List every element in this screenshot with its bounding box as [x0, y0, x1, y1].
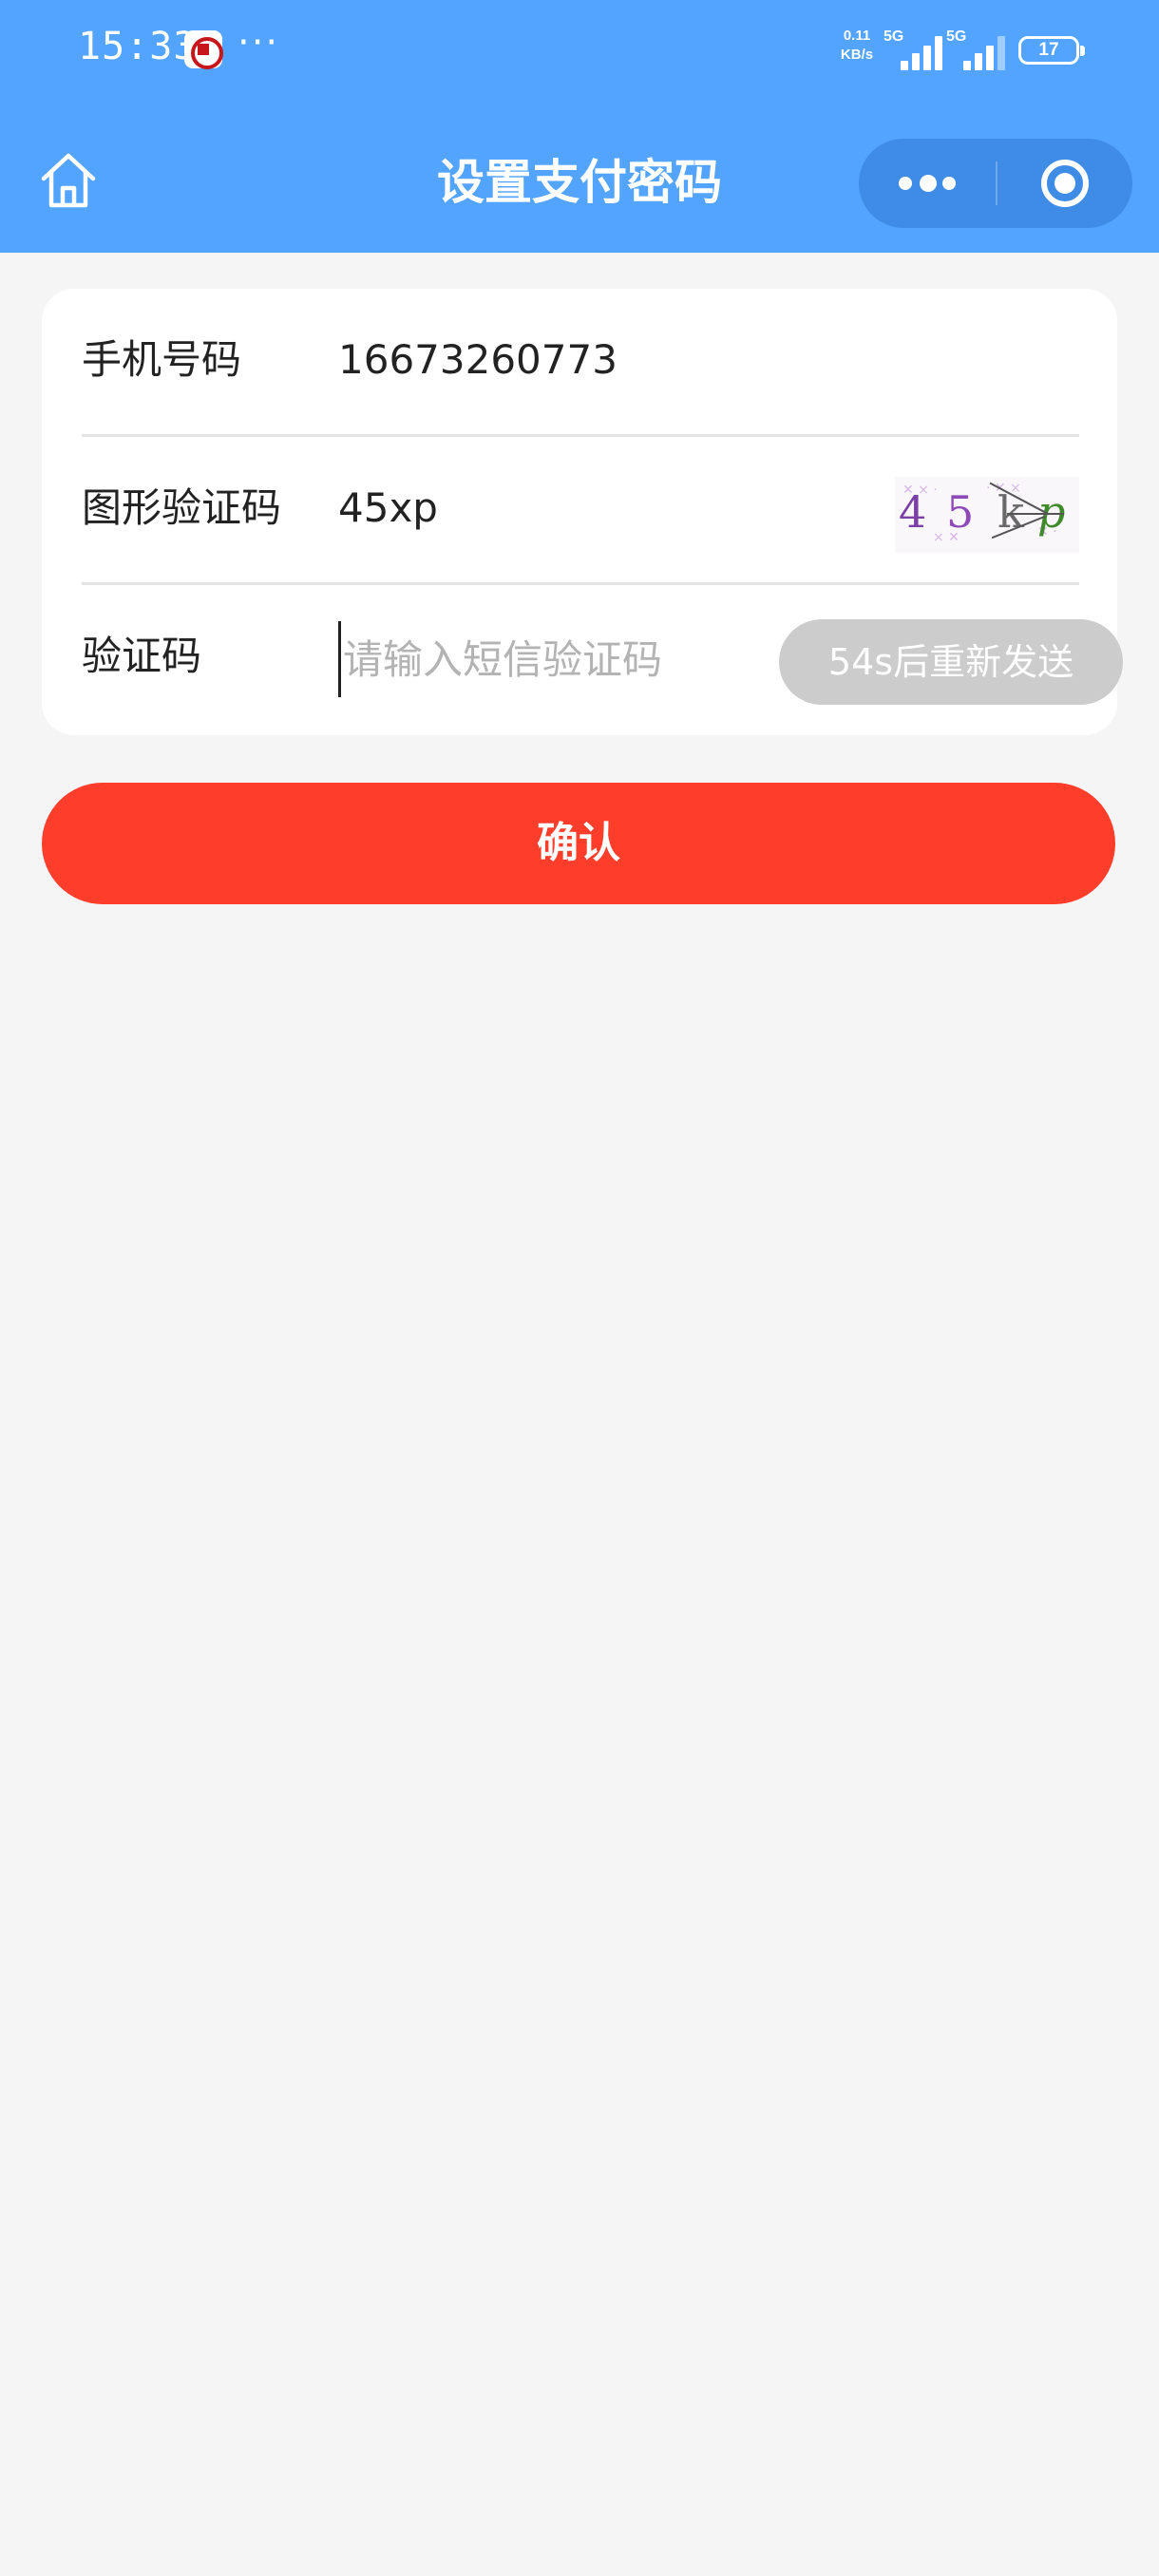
confirm-button[interactable]: 确认: [42, 783, 1115, 904]
captcha-input[interactable]: 45xp: [338, 437, 438, 579]
sms-row: 验证码 54s后重新发送: [82, 585, 1123, 733]
network-speed: 0.11 KB/s: [836, 27, 878, 65]
status-time: 15:33: [78, 25, 198, 68]
resend-code-button[interactable]: 54s后重新发送: [779, 619, 1123, 705]
captcha-row: 图形验证码 45xp ✕ × · × ✕ · ✕ × ✕ · 4 5 k p: [82, 437, 1079, 585]
network-speed-unit: KB/s: [840, 47, 874, 63]
sms-code-label: 验证码: [82, 633, 202, 679]
sim2-network-label: 5G: [946, 28, 967, 45]
sim1-signal-icon: 5G: [884, 28, 944, 70]
captcha-char: 4: [899, 486, 927, 538]
captcha-char: 5: [946, 486, 975, 538]
phone-row: 手机号码 16673260773: [82, 289, 1079, 437]
bank-app-icon: [184, 30, 223, 69]
battery-level: 17: [1038, 40, 1059, 60]
phone-label: 手机号码: [82, 336, 242, 383]
captcha-image[interactable]: ✕ × · × ✕ · ✕ × ✕ · 4 5 k p: [895, 477, 1079, 553]
phone-value: 16673260773: [338, 336, 618, 383]
network-speed-value: 0.11: [843, 28, 871, 44]
sms-code-input[interactable]: [338, 621, 709, 697]
battery-icon: 17: [1018, 36, 1085, 65]
form-card: 手机号码 16673260773 图形验证码 45xp ✕ × · × ✕ · …: [42, 289, 1123, 735]
sim1-network-label: 5G: [884, 28, 904, 45]
target-close-icon[interactable]: [998, 139, 1132, 228]
more-dots-icon[interactable]: [859, 139, 996, 228]
sim2-signal-icon: 5G: [946, 28, 1007, 70]
miniprogram-capsule: [859, 139, 1132, 228]
captcha-label: 图形验证码: [82, 484, 282, 531]
header: 15:33 ··· 0.11 KB/s 5G 5G 17 设置支付密码: [0, 0, 1159, 253]
status-more-dots: ···: [238, 21, 280, 65]
